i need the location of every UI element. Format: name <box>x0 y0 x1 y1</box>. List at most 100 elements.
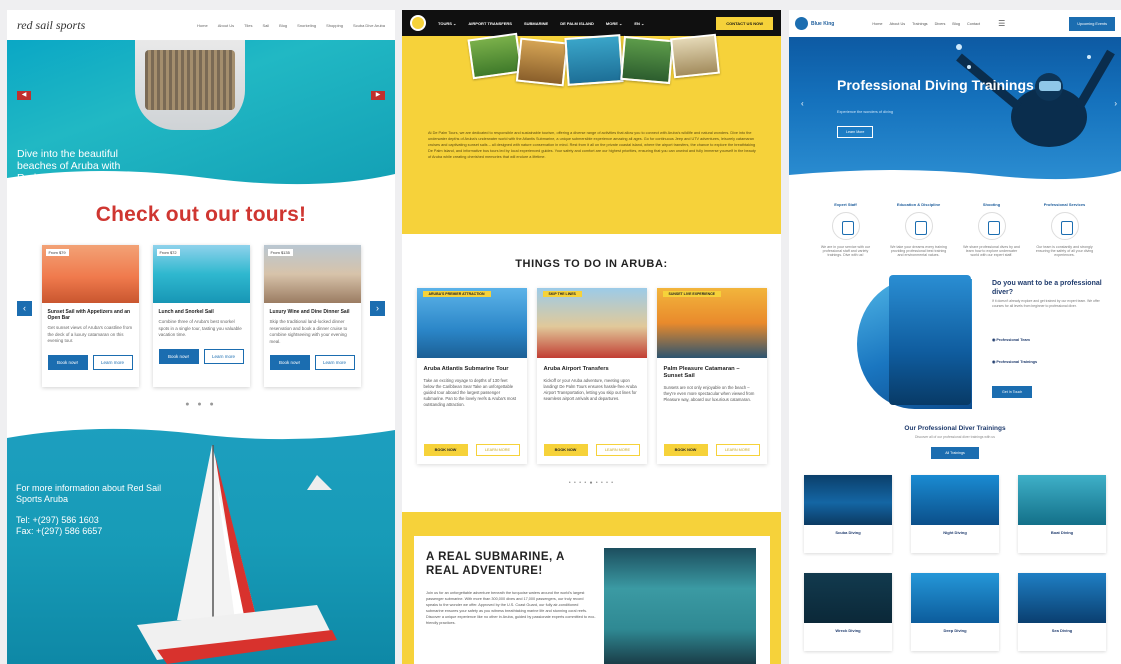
training-card[interactable]: Deep Diving <box>911 573 999 651</box>
tour-image: From $79 <box>41 245 139 303</box>
training-image <box>1018 475 1106 525</box>
activity-card: ARUBA'S PREMIER ATTRACTION Aruba Atlanti… <box>416 288 527 464</box>
learn-more-button[interactable]: Learn More <box>837 126 874 138</box>
activity-title[interactable]: Aruba Airport Transfers <box>544 366 640 373</box>
training-title: Night Diving <box>943 530 967 535</box>
learn-more-button[interactable]: LEARN MORE <box>475 444 520 456</box>
nav-item[interactable]: Blog <box>952 22 960 26</box>
tour-title[interactable]: Sunset Sail with Appetizers and an Open … <box>48 309 133 321</box>
photo-collage <box>440 32 750 94</box>
aruba-logo[interactable] <box>410 15 426 31</box>
redsail-logo[interactable]: red sail sports <box>17 18 85 33</box>
pro-title: Do you want to be a professional diver? <box>992 280 1102 296</box>
tour-title[interactable]: Luxury Wine and Dine Dinner Sail <box>270 309 355 315</box>
things-section: THINGS TO DO IN ARUBA: ARUBA'S PREMIER A… <box>402 234 781 512</box>
camera-icon <box>977 212 1006 240</box>
nav-item[interactable]: Scuba Dive Aruba <box>353 23 385 28</box>
nav-item[interactable]: Sail <box>262 23 269 28</box>
hero-subtitle: Experience the wonders of diving <box>837 110 893 114</box>
book-now-button[interactable]: BOOK NOW <box>663 444 708 456</box>
feature-title: Education & Discipline <box>896 202 941 207</box>
nav-item[interactable]: Snorkeling <box>297 23 316 28</box>
nav-item[interactable]: AIRPORT TRANSFERS <box>468 21 512 26</box>
activity-ribbon: ARUBA'S PREMIER ATTRACTION <box>422 291 491 297</box>
telephone[interactable]: Tel: +(297) 586 1603 <box>16 515 102 526</box>
hero-prev-arrow[interactable]: ◀ <box>17 91 31 100</box>
nav-item[interactable]: Shopping <box>326 23 343 28</box>
training-title: Wreck Diving <box>835 628 861 633</box>
nav-item[interactable]: MORE ⌄ <box>606 21 622 26</box>
training-card[interactable]: Boat Diving <box>1018 475 1106 553</box>
tour-card: From $72 Lunch and Snorkel Sail Combine … <box>152 245 250 387</box>
all-trainings-button[interactable]: All Trainings <box>931 447 979 459</box>
cards-prev-arrow[interactable]: ‹ <box>17 301 32 316</box>
nav-item[interactable]: Contact <box>967 22 980 26</box>
tour-card: From $79 Sunset Sail with Appetizers and… <box>41 245 139 387</box>
learn-more-button[interactable]: Learn more <box>203 348 244 364</box>
nav-item[interactable]: DE PALM ISLAND <box>560 21 594 26</box>
nav-item[interactable]: Tiles <box>244 23 252 28</box>
book-now-button[interactable]: Book now! <box>47 354 88 370</box>
training-image <box>911 475 999 525</box>
training-image <box>804 475 892 525</box>
book-now-button[interactable]: BOOK NOW <box>423 444 468 456</box>
menu-icon[interactable]: ☰ <box>998 19 1005 28</box>
feature-item: Shooting We share professional dives by a… <box>963 202 1021 257</box>
nav-item[interactable]: Trainings <box>912 22 927 26</box>
training-card[interactable]: Night Diving <box>911 475 999 553</box>
nav-item[interactable]: SUBMARINE <box>524 21 548 26</box>
learn-more-button[interactable]: LEARN MORE <box>715 444 760 456</box>
nav-item[interactable]: EN ⌄ <box>634 21 644 26</box>
diving-logo[interactable]: Blue King <box>795 17 834 30</box>
nav-item[interactable]: Divers <box>935 22 946 26</box>
hero-next-arrow[interactable]: › <box>1114 99 1117 108</box>
pro-diver-section: Do you want to be a professional diver? … <box>789 275 1121 415</box>
diver-image <box>956 44 1115 147</box>
book-now-button[interactable]: Book now! <box>269 355 310 370</box>
info-text: For more information about Red Sail Spor… <box>16 483 162 504</box>
learn-more-button[interactable]: Learn more <box>314 355 355 370</box>
activity-title[interactable]: Aruba Atlantis Submarine Tour <box>424 366 520 373</box>
carousel-dots[interactable]: • • • • ● • • • • <box>402 480 781 486</box>
nav-item[interactable]: Home <box>872 22 882 26</box>
events-button[interactable]: Upcoming Events <box>1069 16 1115 31</box>
book-now-button[interactable]: Book now! <box>158 348 199 364</box>
contact-button[interactable]: CONTACT US NOW <box>716 16 773 30</box>
submarine-image <box>604 548 756 664</box>
catamaran-section: For more information about Red Sail Spor… <box>7 424 395 664</box>
wave-logo-icon <box>795 17 808 30</box>
book-now-button[interactable]: BOOK NOW <box>543 444 588 456</box>
price-tag: From $72 <box>156 249 180 256</box>
nav-item[interactable]: Home <box>197 23 208 28</box>
training-card[interactable]: Wreck Diving <box>804 573 892 651</box>
nav-item[interactable]: Blog <box>279 23 287 28</box>
feature-item: Professional Services Our team is constan… <box>1036 202 1094 257</box>
diving-hero: ‹ › Professional Diving Trainings Experi… <box>789 37 1121 181</box>
feature-desc: Our team is constantly and strongly ensu… <box>1035 245 1094 257</box>
trainings-title: Our Professional Diver Trainings <box>904 425 1006 432</box>
price-tag: From $79 <box>45 249 69 256</box>
training-card[interactable]: Scuba Diving <box>804 475 892 553</box>
carousel-dots[interactable]: ● ● ● <box>7 401 395 408</box>
section-wave <box>7 424 395 440</box>
activity-image: SKIP THE LINES <box>536 288 647 358</box>
activity-title[interactable]: Palm Pleasure Catamaran – Sunset Sail <box>664 366 760 380</box>
tour-desc: Get sunset views of Aruba's coastline fr… <box>47 325 133 343</box>
trainings-section: Our Professional Diver Trainings Discove… <box>789 425 1121 459</box>
learn-more-button[interactable]: LEARN MORE <box>595 444 640 456</box>
nav-item[interactable]: About Us <box>889 22 905 26</box>
cards-next-arrow[interactable]: › <box>370 301 385 316</box>
services-icon <box>1050 212 1079 240</box>
nav-item[interactable]: About Us <box>218 23 234 28</box>
nav-item[interactable]: TOURS ⌄ <box>438 21 456 26</box>
hero-prev-arrow[interactable]: ‹ <box>801 99 804 108</box>
tour-title[interactable]: Lunch and Snorkel Sail <box>159 309 244 315</box>
redsail-page: red sail sports Home About Us Tiles Sail… <box>7 10 395 664</box>
tour-card: From $135 Luxury Wine and Dine Dinner Sa… <box>263 245 361 387</box>
learn-more-button[interactable]: Learn more <box>92 354 133 370</box>
get-in-touch-button[interactable]: Get In Touch <box>992 386 1033 398</box>
hero-next-arrow[interactable]: ▶ <box>371 91 385 100</box>
redsail-hero: ◀ ▶ Dive into the beautiful beaches of A… <box>7 40 395 186</box>
training-card[interactable]: Sea Diving <box>1018 573 1106 651</box>
pro-item-label: Professional Team <box>996 338 1030 342</box>
